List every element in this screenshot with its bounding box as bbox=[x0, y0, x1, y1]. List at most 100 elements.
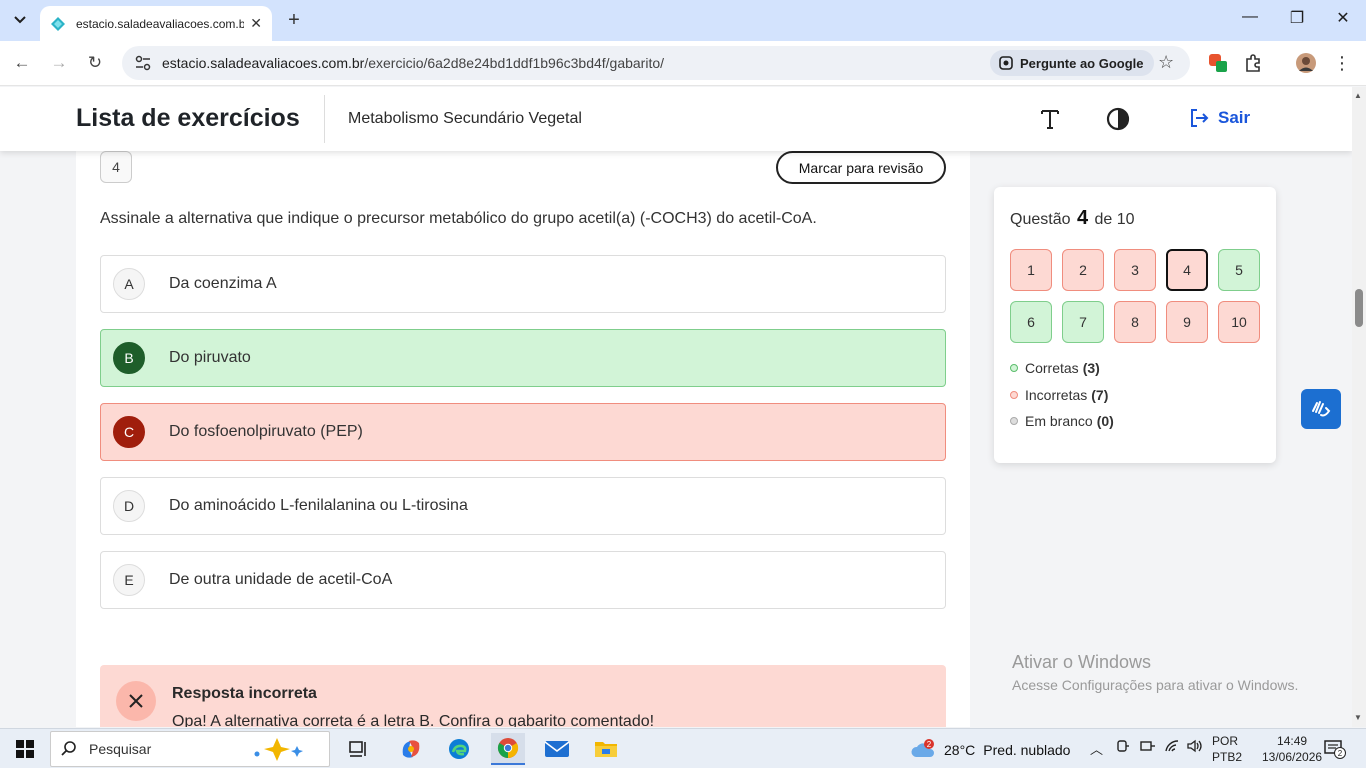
question-nav-button[interactable]: 7 bbox=[1062, 301, 1104, 343]
contrast-icon[interactable] bbox=[1104, 105, 1132, 133]
feedback-box: Resposta incorreta Opa! A alternativa co… bbox=[100, 665, 946, 727]
correct-dot-icon bbox=[1010, 364, 1018, 372]
scroll-down-icon[interactable]: ▼ bbox=[1354, 713, 1362, 722]
weather-widget[interactable]: 2 28°C Pred. nublado bbox=[910, 739, 1070, 761]
question-number: 4 bbox=[100, 151, 132, 183]
alternative-letter: C bbox=[113, 416, 145, 448]
logout-button[interactable]: Sair bbox=[1188, 107, 1250, 129]
close-window-button[interactable]: ✕ bbox=[1329, 8, 1357, 28]
ask-google-button[interactable]: Pergunte ao Google bbox=[990, 50, 1154, 76]
wifi-icon[interactable] bbox=[1164, 739, 1180, 756]
file-explorer-icon[interactable] bbox=[589, 733, 623, 765]
alternative-a[interactable]: A Da coenzima A bbox=[100, 255, 946, 313]
browser-toolbar: ← → ↻ estacio.saladeavaliacoes.com.br/ex… bbox=[0, 41, 1366, 86]
minimize-button[interactable]: — bbox=[1236, 8, 1264, 26]
subject-title: Metabolismo Secundário Vegetal bbox=[348, 110, 582, 127]
mail-icon[interactable] bbox=[540, 733, 574, 765]
tab-search-button[interactable] bbox=[8, 8, 32, 32]
sign-language-button[interactable] bbox=[1301, 389, 1341, 429]
extensions-puzzle-icon[interactable] bbox=[1242, 51, 1266, 75]
question-card: 4 Marcar para revisão Assinale a alterna… bbox=[76, 127, 970, 727]
alternative-e[interactable]: E De outra unidade de acetil-CoA bbox=[100, 551, 946, 609]
alternative-c[interactable]: C Do fosfoenolpiruvato (PEP) bbox=[100, 403, 946, 461]
question-nav-button[interactable]: 8 bbox=[1114, 301, 1156, 343]
weather-text: Pred. nublado bbox=[983, 742, 1071, 758]
question-nav-button[interactable]: 3 bbox=[1114, 249, 1156, 291]
browser-tabbar: estacio.saladeavaliacoes.com.br ✕ + — ❐ … bbox=[0, 0, 1366, 41]
legend-incorrect: Incorretas (7) bbox=[1010, 387, 1260, 403]
question-navigator-panel: Questão 4 de 10 1 2 3 4 5 6 7 8 9 10 Corretas (3) … bbox=[994, 187, 1276, 463]
question-grid: 1 2 3 4 5 6 7 8 9 10 bbox=[1010, 249, 1260, 343]
sparkle-icon bbox=[254, 738, 303, 761]
network-device-icon[interactable] bbox=[1140, 739, 1156, 756]
header-divider bbox=[324, 95, 325, 143]
task-view-icon[interactable] bbox=[342, 733, 376, 765]
edge-icon[interactable] bbox=[442, 733, 476, 765]
forward-icon[interactable]: → bbox=[47, 51, 71, 75]
windows-start-icon[interactable] bbox=[16, 740, 34, 763]
windows-activation-title: Ativar o Windows bbox=[1012, 652, 1152, 672]
taskbar-search[interactable]: Pesquisar bbox=[50, 731, 330, 767]
logout-icon bbox=[1191, 109, 1209, 127]
question-nav-button[interactable]: 10 bbox=[1218, 301, 1260, 343]
address-bar[interactable]: estacio.saladeavaliacoes.com.br/exercici… bbox=[122, 46, 1190, 80]
alternative-letter: A bbox=[113, 268, 145, 300]
page-content: 4 Marcar para revisão Assinale a alterna… bbox=[0, 87, 1352, 727]
search-icon bbox=[61, 741, 76, 756]
question-nav-button[interactable]: 1 bbox=[1010, 249, 1052, 291]
font-size-icon[interactable] bbox=[1036, 105, 1064, 133]
close-tab-icon[interactable]: ✕ bbox=[250, 15, 262, 32]
question-nav-button[interactable]: 9 bbox=[1166, 301, 1208, 343]
site-favicon-icon bbox=[51, 16, 65, 31]
alternative-text: Do piruvato bbox=[169, 349, 251, 366]
mark-for-review-button[interactable]: Marcar para revisão bbox=[776, 151, 946, 184]
navigator-title: Questão 4 de 10 bbox=[1010, 207, 1135, 229]
browser-tab[interactable]: estacio.saladeavaliacoes.com.br ✕ bbox=[40, 6, 272, 41]
legend-blank: Em branco (0) bbox=[1010, 413, 1260, 429]
clock[interactable]: 14:49 13/06/2026 bbox=[1262, 733, 1322, 765]
site-settings-icon[interactable] bbox=[134, 54, 152, 72]
tray-chevron-icon[interactable]: ︿ bbox=[1090, 739, 1103, 758]
alternative-b[interactable]: B Do piruvato bbox=[100, 329, 946, 387]
app-header: Lista de exercícios Metabolismo Secundár… bbox=[0, 87, 1352, 151]
ask-google-label: Pergunte ao Google bbox=[1020, 55, 1144, 71]
page-scrollbar[interactable]: ▲ ▼ bbox=[1352, 87, 1366, 727]
language-indicator[interactable]: POR PTB2 bbox=[1212, 733, 1242, 765]
question-nav-button[interactable]: 2 bbox=[1062, 249, 1104, 291]
tab-title: estacio.saladeavaliacoes.com.br bbox=[76, 16, 244, 31]
cloud-icon: 2 bbox=[911, 739, 934, 757]
browser-menu-icon[interactable]: ⋮ bbox=[1330, 51, 1354, 75]
alternative-text: Do aminoácido L-fenilalanina ou L-tirosi… bbox=[169, 497, 468, 514]
page-title: Lista de exercícios bbox=[76, 104, 300, 132]
chrome-icon[interactable] bbox=[491, 733, 525, 765]
notification-icon[interactable]: 2 bbox=[1324, 739, 1346, 764]
bookmark-star-icon[interactable]: ☆ bbox=[1158, 52, 1174, 73]
alternative-d[interactable]: D Do aminoácido L-fenilalanina ou L-tiro… bbox=[100, 477, 946, 535]
alternative-letter: E bbox=[113, 564, 145, 596]
search-placeholder: Pesquisar bbox=[89, 741, 152, 757]
copilot-icon[interactable] bbox=[394, 733, 428, 765]
extension-icon[interactable] bbox=[1206, 51, 1230, 75]
close-icon bbox=[116, 681, 156, 721]
alternative-letter: B bbox=[113, 342, 145, 374]
restore-button[interactable]: ❐ bbox=[1283, 8, 1311, 28]
volume-icon[interactable] bbox=[1186, 739, 1204, 756]
reload-icon[interactable]: ↻ bbox=[83, 51, 107, 75]
back-icon[interactable]: ← bbox=[10, 51, 34, 75]
question-nav-button[interactable]: 4 bbox=[1166, 249, 1208, 291]
blank-dot-icon bbox=[1010, 417, 1018, 425]
windows-activation-text: Acesse Configurações para ativar o Windo… bbox=[1012, 677, 1299, 693]
question-nav-button[interactable]: 5 bbox=[1218, 249, 1260, 291]
profile-avatar[interactable] bbox=[1294, 51, 1318, 75]
alternative-text: Do fosfoenolpiruvato (PEP) bbox=[169, 423, 363, 440]
scroll-thumb[interactable] bbox=[1355, 289, 1363, 327]
meet-now-icon[interactable] bbox=[1116, 739, 1130, 756]
new-tab-button[interactable]: + bbox=[282, 9, 306, 32]
incorrect-dot-icon bbox=[1010, 391, 1018, 399]
alternative-letter: D bbox=[113, 490, 145, 522]
logout-label: Sair bbox=[1218, 108, 1251, 127]
question-nav-button[interactable]: 6 bbox=[1010, 301, 1052, 343]
scroll-up-icon[interactable]: ▲ bbox=[1354, 91, 1362, 100]
windows-taskbar: Pesquisar 2 28°C Pred. nublado ︿ POR PTB… bbox=[0, 728, 1366, 768]
feedback-title: Resposta incorreta bbox=[172, 685, 317, 702]
